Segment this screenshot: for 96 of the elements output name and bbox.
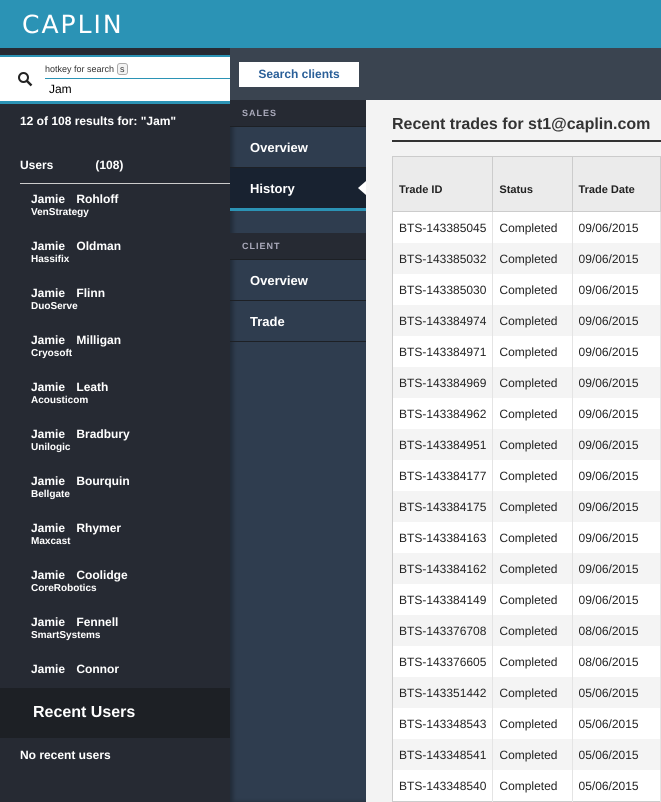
table-cell: BTS-143384951: [392, 429, 493, 460]
table-cell: Completed: [492, 708, 572, 739]
table-cell: BTS-143384177: [392, 460, 493, 491]
user-name[interactable]: Jamie Fennell: [31, 615, 230, 629]
table-cell: BTS-143376708: [392, 615, 493, 646]
nav-section-heading: SALES: [230, 100, 366, 127]
user-name[interactable]: Jamie Flinn: [31, 286, 230, 300]
user-name[interactable]: Jamie Leath: [31, 380, 230, 394]
table-cell: 09/06/2015: [572, 367, 660, 398]
user-company: Hassifix: [31, 254, 70, 265]
table-cell: 09/06/2015: [572, 336, 660, 367]
table-cell: Completed: [492, 646, 572, 677]
table-cell: Completed: [492, 336, 572, 367]
table-cell: BTS-143348541: [392, 739, 493, 770]
table-cell: BTS-143348540: [392, 770, 493, 802]
empty-message: No recent users: [19, 747, 112, 764]
table-cell: 09/06/2015: [572, 553, 660, 584]
table-cell: Completed: [492, 398, 572, 429]
table-cell: Completed: [492, 460, 572, 491]
user-name[interactable]: Jamie Oldman: [31, 239, 230, 253]
table-cell: 09/06/2015: [572, 429, 660, 460]
table-cell: 08/06/2015: [572, 615, 660, 646]
table-cell: 05/06/2015: [572, 770, 660, 802]
user-name[interactable]: Jamie Bourquin: [31, 474, 230, 488]
table-cell: BTS-143384974: [392, 305, 493, 336]
user-company: Acousticom: [31, 395, 90, 406]
table-cell: Completed: [492, 491, 572, 522]
table-cell: Completed: [492, 305, 572, 336]
search-clients-button[interactable]: Search clients: [239, 62, 359, 86]
table-cell: BTS-143384149: [392, 584, 493, 615]
table-cell: BTS-143385032: [392, 243, 493, 274]
user-company: Cryosoft: [31, 348, 74, 359]
user-name[interactable]: Jamie Rhymer: [31, 521, 230, 535]
user-company: VenStrategy: [31, 207, 90, 218]
user-company: Unilogic: [31, 442, 72, 453]
user-company: Bellgate: [31, 489, 71, 500]
table-cell: 09/06/2015: [572, 460, 660, 491]
table-cell: 09/06/2015: [572, 584, 660, 615]
table-cell: BTS-143385030: [392, 274, 493, 305]
table-cell: 09/06/2015: [572, 522, 660, 553]
table-cell: Completed: [492, 553, 572, 584]
table-cell: 09/06/2015: [572, 398, 660, 429]
table-cell: BTS-143384162: [392, 553, 493, 584]
user-name[interactable]: Jamie Connor: [31, 662, 230, 676]
table-cell: Completed: [492, 677, 572, 708]
user-name[interactable]: Jamie Coolidge: [31, 568, 230, 582]
table-cell: Completed: [492, 615, 572, 646]
user-company: DuoServe: [31, 301, 79, 312]
column-header: Trade ID: [392, 156, 493, 212]
search-hint: hotkey for search: [45, 64, 114, 74]
table-cell: 09/06/2015: [572, 491, 660, 522]
table-cell: Completed: [492, 212, 572, 243]
table-cell: 05/06/2015: [572, 708, 660, 739]
hotkey-badge: s: [117, 62, 128, 74]
results-summary: 12 of 108 results for: "Jam": [19, 113, 178, 128]
users-heading: Users: [20, 158, 54, 172]
user-name[interactable]: Jamie Milligan: [31, 333, 230, 347]
users-count: (108): [95, 158, 124, 172]
table-cell: BTS-143384969: [392, 367, 493, 398]
search-box[interactable]: hotkey for search s Jam: [0, 55, 230, 104]
table-cell: Completed: [492, 367, 572, 398]
nav-section-heading: CLIENT: [230, 233, 366, 260]
table-cell: BTS-143384971: [392, 336, 493, 367]
table-cell: BTS-143384175: [392, 491, 493, 522]
table-cell: 09/06/2015: [572, 274, 660, 305]
table-cell: BTS-143384962: [392, 398, 493, 429]
recent-users-title: Recent Users: [33, 704, 136, 722]
page-title: Recent trades for st1@caplin.com: [392, 116, 661, 142]
nav-item[interactable]: History: [230, 168, 366, 211]
user-company: CoreRobotics: [31, 583, 98, 594]
table-cell: BTS-143348543: [392, 708, 493, 739]
table-cell: 08/06/2015: [572, 646, 660, 677]
user-company: SmartSystems: [31, 630, 102, 641]
table-cell: 09/06/2015: [572, 305, 660, 336]
column-header: Status: [492, 156, 572, 212]
table-cell: 09/06/2015: [572, 212, 660, 243]
table-cell: Completed: [492, 274, 572, 305]
table-cell: 09/06/2015: [572, 243, 660, 274]
table-cell: 05/06/2015: [572, 739, 660, 770]
table-cell: Completed: [492, 739, 572, 770]
table-cell: Completed: [492, 770, 572, 802]
table-cell: 05/06/2015: [572, 677, 660, 708]
table-cell: BTS-143351442: [392, 677, 493, 708]
table-cell: Completed: [492, 522, 572, 553]
search-icon: [17, 71, 33, 87]
column-header: Trade Date: [572, 156, 660, 212]
user-name[interactable]: Jamie Rohloff: [31, 192, 230, 206]
table-cell: BTS-143376605: [392, 646, 493, 677]
table-cell: Completed: [492, 429, 572, 460]
table-cell: Completed: [492, 243, 572, 274]
table-cell: BTS-143385045: [392, 212, 493, 243]
user-name[interactable]: Jamie Bradbury: [31, 427, 230, 441]
logo: CAPLIN: [22, 10, 124, 38]
table-cell: Completed: [492, 584, 572, 615]
table-cell: BTS-143384163: [392, 522, 493, 553]
user-company: Maxcast: [31, 536, 72, 547]
